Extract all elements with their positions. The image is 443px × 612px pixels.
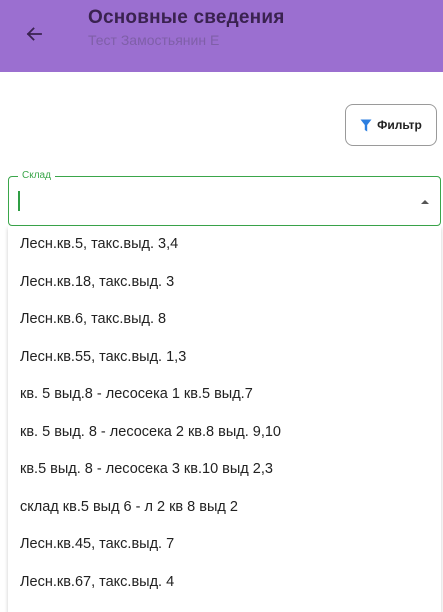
filter-button-label: Фильтр xyxy=(377,118,422,132)
warehouse-field-label: Склад xyxy=(18,169,55,183)
warehouse-option[interactable]: кв.5 выд. 8 - лесосека 3 кв.10 выд 2,3 xyxy=(8,451,441,489)
warehouse-option[interactable]: Лесн.кв.6, такс.выд. 8 xyxy=(8,301,441,339)
page-title: Основные сведения xyxy=(88,7,285,28)
warehouse-option[interactable]: Лесн.кв.55, такс.выд. 1,3 xyxy=(8,339,441,377)
warehouse-option[interactable]: Лесн.кв.45, такс.выд. 7 xyxy=(8,526,441,564)
warehouse-option[interactable]: Лесн.кв.5, такс.выд. 3,4 xyxy=(8,226,441,264)
warehouse-input[interactable] xyxy=(18,188,398,214)
funnel-icon xyxy=(360,119,372,131)
arrow-left-icon xyxy=(26,27,42,41)
app-bar: Основные сведения Тест Замостьянин Е xyxy=(0,0,443,72)
title-block: Основные сведения Тест Замостьянин Е xyxy=(88,7,285,48)
filter-button[interactable]: Фильтр xyxy=(345,104,437,146)
warehouse-options-list: Лесн.кв.5, такс.выд. 3,4 Лесн.кв.18, такс… xyxy=(8,226,441,612)
back-button[interactable] xyxy=(18,18,50,50)
warehouse-option[interactable]: кв. 5 выд. 8 - лесосека 2 кв.8 выд. 9,10 xyxy=(8,414,441,452)
warehouse-option[interactable]: склад кв.5 выд 6 - л 2 кв 8 выд 2 xyxy=(8,489,441,527)
text-caret xyxy=(18,191,20,211)
warehouse-option[interactable]: Лесн.кв.67, такс.выд. 4 xyxy=(8,564,441,602)
warehouse-option[interactable]: кв. 5 выд.8 - лесосека 1 кв.5 выд.7 xyxy=(8,376,441,414)
warehouse-option[interactable]: Лесн.кв.18, такс.выд. 3 xyxy=(8,264,441,302)
page-subtitle: Тест Замостьянин Е xyxy=(88,32,220,48)
dropdown-arrow-icon[interactable] xyxy=(420,198,430,206)
